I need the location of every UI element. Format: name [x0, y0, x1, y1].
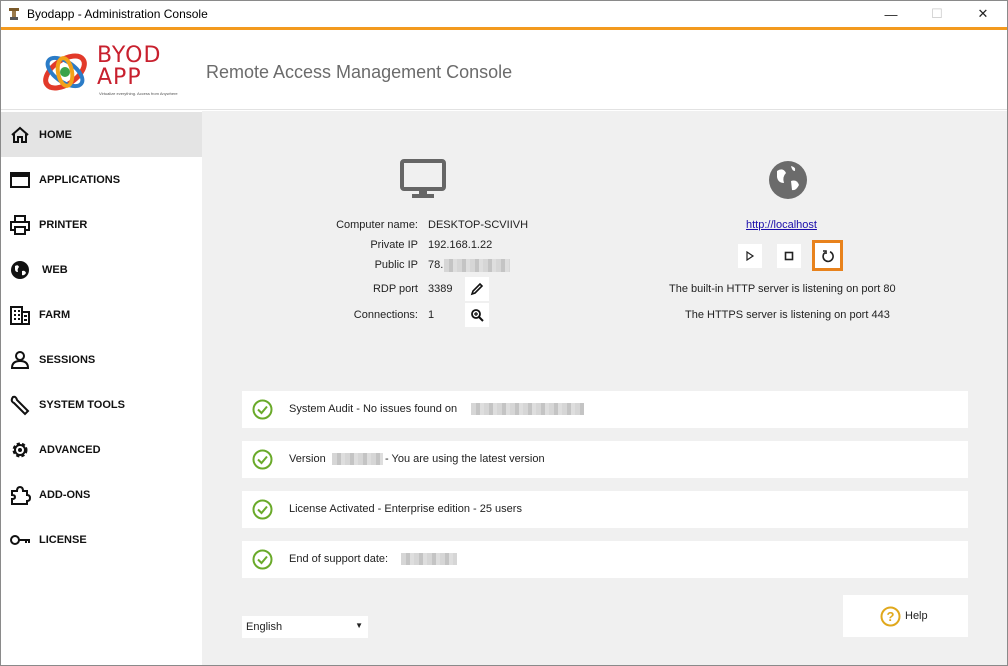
- logo-tagline: Virtualize everything. Access from Anywh…: [99, 91, 178, 96]
- version-suffix-text: - You are using the latest version: [385, 453, 545, 465]
- check-circle-icon: [252, 499, 273, 520]
- logo-line2: APP: [97, 65, 142, 90]
- sidebar-item-add-ons[interactable]: ADD-ONS: [1, 472, 202, 517]
- window-icon: [10, 171, 30, 188]
- zoom-icon: [471, 309, 484, 322]
- http-status-text: The built-in HTTP server is listening on…: [669, 283, 896, 295]
- gear-icon: [12, 442, 28, 457]
- minimize-button[interactable]: —: [868, 1, 914, 27]
- sidebar-item-label: ADD-ONS: [39, 488, 91, 501]
- byodapp-logo: BYOD APP Virtualize everything. Access f…: [39, 45, 189, 101]
- home-icon: [11, 126, 29, 143]
- sidebar-item-system-tools[interactable]: SYSTEM TOOLS: [1, 382, 202, 427]
- key-icon: [10, 534, 30, 545]
- redacted-support-date: [401, 553, 457, 565]
- audit-status-text: System Audit - No issues found on: [289, 403, 458, 415]
- sidebar-item-license[interactable]: LICENSE: [1, 517, 202, 562]
- main-content: Computer name: DESKTOP-SCVIIVH Private I…: [202, 111, 1007, 665]
- help-icon: ?: [880, 606, 901, 627]
- page-title: Remote Access Management Console: [206, 62, 513, 82]
- computer-name-label: Computer name:: [336, 219, 418, 231]
- redacted-public-ip: [444, 259, 510, 272]
- header: BYOD APP Virtualize everything. Access f…: [1, 30, 1007, 110]
- sidebar-item-advanced[interactable]: ADVANCED: [1, 427, 202, 472]
- connections-value: 1: [428, 309, 435, 321]
- public-ip-value: 78.: [428, 259, 444, 271]
- check-circle-icon: [252, 399, 273, 420]
- status-row-version: Version - You are using the latest versi…: [242, 441, 968, 478]
- sidebar: HOME APPLICATIONS PRINTER WEB FARM SESSI…: [1, 111, 202, 665]
- redacted-audit-date: [471, 403, 584, 415]
- help-button[interactable]: ? Help: [843, 595, 968, 637]
- sidebar-item-home[interactable]: HOME: [1, 112, 202, 157]
- localhost-link[interactable]: http://localhost: [746, 219, 817, 231]
- computer-name-value: DESKTOP-SCVIIVH: [428, 219, 529, 231]
- sidebar-item-label: SESSIONS: [39, 353, 96, 366]
- stop-server-button[interactable]: [777, 244, 801, 268]
- title-bar: Byodapp - Administration Console — ☐ ✕: [1, 1, 1007, 27]
- app-icon: [9, 8, 19, 20]
- public-ip-label: Public IP: [374, 259, 418, 271]
- globe-icon: [11, 260, 29, 279]
- start-server-button[interactable]: [738, 244, 762, 268]
- sidebar-item-label: LICENSE: [39, 533, 87, 546]
- user-icon: [10, 350, 30, 369]
- sidebar-item-applications[interactable]: APPLICATIONS: [1, 157, 202, 202]
- logo-line1: BYOD: [97, 43, 162, 68]
- app-window: Byodapp - Administration Console — ☐ ✕ B…: [0, 0, 1008, 666]
- status-row-audit: System Audit - No issues found on: [242, 391, 968, 428]
- printer-icon: [10, 214, 30, 235]
- restart-icon: [821, 249, 834, 262]
- logo-swirl-icon: [43, 53, 87, 91]
- sidebar-item-printer[interactable]: PRINTER: [1, 202, 202, 247]
- play-icon: [746, 251, 755, 261]
- restart-server-button[interactable]: [812, 240, 843, 271]
- wrench-icon: [10, 395, 30, 415]
- language-value: English: [246, 621, 283, 633]
- private-ip-value: 192.168.1.22: [428, 239, 493, 251]
- support-date-text: End of support date:: [289, 553, 389, 565]
- close-button[interactable]: ✕: [960, 1, 1006, 27]
- https-status-text: The HTTPS server is listening on port 44…: [685, 309, 890, 321]
- stop-icon: [784, 251, 794, 261]
- sidebar-item-web[interactable]: WEB: [1, 247, 202, 292]
- help-label: Help: [905, 610, 928, 622]
- sidebar-item-farm[interactable]: FARM: [1, 292, 202, 337]
- status-row-license: License Activated - Enterprise edition -…: [242, 491, 968, 528]
- check-circle-icon: [252, 549, 273, 570]
- view-connections-button[interactable]: [465, 303, 489, 327]
- maximize-button[interactable]: ☐: [914, 1, 960, 27]
- language-select[interactable]: English ▼: [242, 616, 368, 638]
- sidebar-item-label: PRINTER: [39, 218, 88, 231]
- check-circle-icon: [252, 449, 273, 470]
- sidebar-item-sessions[interactable]: SESSIONS: [1, 337, 202, 382]
- rdp-port-value: 3389: [428, 283, 453, 295]
- building-icon: [10, 305, 30, 325]
- sidebar-item-label: SYSTEM TOOLS: [39, 398, 125, 411]
- pencil-icon: [470, 282, 484, 296]
- connections-label: Connections:: [353, 309, 418, 321]
- redacted-version: [332, 453, 383, 465]
- sidebar-item-label: WEB: [42, 263, 68, 276]
- dropdown-arrow-icon: ▼: [355, 621, 363, 630]
- sidebar-item-label: FARM: [39, 308, 71, 321]
- status-row-support: End of support date:: [242, 541, 968, 578]
- private-ip-label: Private IP: [370, 239, 418, 251]
- globe-icon: [769, 161, 807, 199]
- window-title: Byodapp - Administration Console: [27, 7, 208, 21]
- puzzle-icon: [11, 485, 31, 505]
- edit-rdp-port-button[interactable]: [465, 277, 489, 301]
- sidebar-item-label: HOME: [39, 128, 72, 141]
- rdp-port-label: RDP port: [372, 283, 418, 295]
- license-status-text: License Activated - Enterprise edition -…: [289, 503, 522, 515]
- help-glyph: ?: [887, 609, 895, 624]
- version-prefix-text: Version: [289, 453, 326, 465]
- logo-text: BYOD APP: [97, 45, 161, 89]
- sidebar-item-label: APPLICATIONS: [39, 173, 121, 186]
- sidebar-item-label: ADVANCED: [39, 443, 101, 456]
- monitor-icon: [400, 159, 446, 198]
